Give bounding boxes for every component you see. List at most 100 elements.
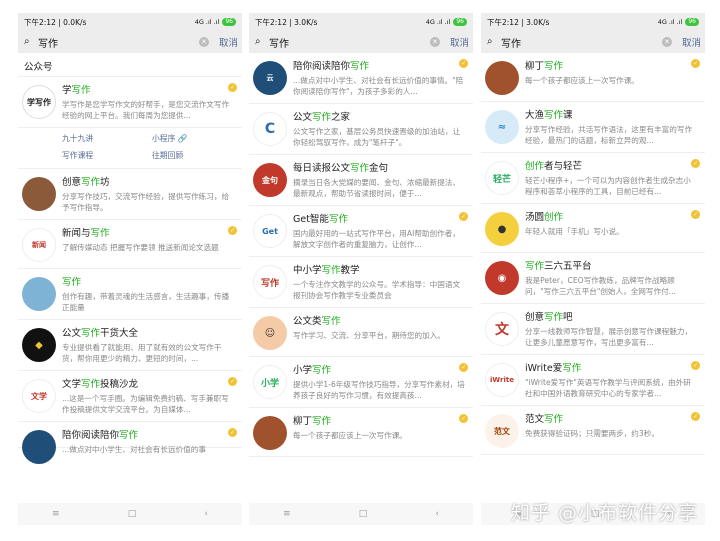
list-item[interactable]: 创意写作坊 分享写作技巧，交流写作经验，提供写作练习，给予写作指导。 bbox=[18, 169, 242, 220]
list-item[interactable]: iWrite iWrite爱写作 "iWrite爱写作"英语写作教学与评阅系统，… bbox=[481, 355, 705, 406]
list-item[interactable]: 陪你阅读陪你写作 ...做点对中小学生、对社会有长远价值的事 ✓ bbox=[18, 422, 242, 464]
section-title: 公众号 bbox=[18, 53, 242, 77]
avatar: 新闻 bbox=[22, 228, 56, 262]
back-icon[interactable]: ‹ bbox=[435, 509, 439, 519]
back-icon[interactable]: ‹ bbox=[204, 509, 208, 519]
list-item[interactable]: 文 创意写作吧 分享一线教师写作智慧，展示创意写作课程魅力，让更多儿童愿意写作，… bbox=[481, 304, 705, 355]
account-name: 柳丁写作 bbox=[525, 61, 564, 72]
account-name: 写作三六五平台 bbox=[525, 261, 592, 272]
account-name: Get智能写作 bbox=[293, 214, 348, 225]
account-name: 中小学写作教学 bbox=[293, 265, 360, 276]
menu-icon[interactable]: ≡ bbox=[283, 509, 291, 519]
list-item[interactable]: 小学 小学写作 提供小学1-6年级写作技巧指导，分享写作素材，培养孩子良好的写作… bbox=[249, 357, 473, 408]
account-desc: ...这是一个写手圈。为编辑免费约稿、写手兼职写作投稿提供文学交流平台。为自媒体… bbox=[62, 394, 229, 414]
avatar bbox=[22, 430, 56, 464]
account-desc: ...做点对中小学生、对社会有长远价值的事 bbox=[62, 445, 206, 454]
account-desc: 创作有趣，带着灵魂的生活感言，生活趣事，传播正能量 bbox=[62, 292, 230, 312]
account-name: 创意写作吧 bbox=[525, 312, 573, 323]
clear-icon[interactable]: ✕ bbox=[661, 37, 672, 47]
battery-icon: 96 bbox=[222, 18, 236, 26]
list-item[interactable]: 云 陪你阅读陪你写作 ...做点对中小学生、对社会有长远价值的事情。"陪你阅读陪… bbox=[249, 53, 473, 104]
account-desc: 了解传媒动态 把握写作要领 推送新闻论文选题 bbox=[62, 243, 219, 252]
menu-item[interactable]: 九十九讲 bbox=[62, 133, 152, 144]
list-item[interactable]: ◉ 写作三六五平台 我是Peter，CEO写作教练，品牌写作战略顾问，"写作三六… bbox=[481, 253, 705, 304]
clear-icon[interactable]: ✕ bbox=[198, 37, 209, 47]
account-desc: 分享一线教师写作智慧，展示创意写作课程魅力，让更多儿童愿意写作，写出更多富有..… bbox=[525, 327, 693, 347]
list-item[interactable]: 写作 创作有趣，带着灵魂的生活感言，生活趣事，传播正能量 bbox=[18, 269, 242, 320]
list-item[interactable]: 柳丁写作 每一个孩子都应该上一次写作课。 ✓ bbox=[249, 408, 473, 457]
status-bar: 下午2:12 | 3.0K/s 4G .ıl .ıl 96 bbox=[481, 13, 705, 31]
avatar: C bbox=[253, 112, 287, 146]
cancel-button[interactable]: 取消 bbox=[450, 35, 469, 49]
account-desc: "iWrite爱写作"英语写作教学与评阅系统，由外研社和中国外语教育研究中心的专… bbox=[525, 378, 691, 398]
account-desc: 写作学习、交流、分享平台，期待您的加入。 bbox=[293, 331, 445, 340]
status-bar: 下午2:12 | 0.0K/s 4G .ıl .ıl 96 bbox=[18, 13, 242, 31]
avatar: Get bbox=[253, 214, 287, 248]
account-name: 文学写作投稿沙龙 bbox=[62, 379, 139, 390]
account-desc: 轻芒小程序+，一个可以为内容创作者生成杂志小程序和荟萃小程序的工具，目前已经有.… bbox=[525, 176, 691, 196]
account-name: 范文写作 bbox=[525, 414, 564, 425]
search-input[interactable]: 写作 bbox=[501, 35, 658, 50]
verified-icon: ✓ bbox=[691, 159, 700, 168]
account-name: 陪你阅读陪你写作 bbox=[62, 430, 139, 441]
signal-icon: 4G .ıl .ıl bbox=[194, 18, 220, 26]
avatar: ◆ bbox=[22, 328, 56, 362]
phone-screen-3: 下午2:12 | 3.0K/s 4G .ıl .ıl 96 ⌕ 写作 ✕ 取消 … bbox=[481, 13, 705, 525]
account-desc: 国内最好用的一站式写作平台，用AI帮助创作者，解放文字创作者的重复脑力，让创作.… bbox=[293, 229, 460, 249]
avatar: iWrite bbox=[485, 363, 519, 397]
list-item[interactable]: 新闻 新闻与写作 了解传媒动态 把握写作要领 推送新闻论文选题 ✓ bbox=[18, 220, 242, 269]
avatar bbox=[22, 177, 56, 211]
list-item[interactable]: 学写作 学写作 学写作是您学写作文的好帮手，是您交流作文写作经验的网上平台。我们… bbox=[18, 77, 242, 128]
list-item[interactable]: 金句 每日读报公文写作金句 摘录当日各大党媒的要闻、金句、浓缩最新提法、最新观点… bbox=[249, 155, 473, 206]
list-item[interactable]: ≈ 大渔写作课 分享写作经验，共活写作语法，这里有丰富的写作经验，最热门的话题，… bbox=[481, 102, 705, 153]
results-list: 云 陪你阅读陪你写作 ...做点对中小学生、对社会有长远价值的事情。"陪你阅读陪… bbox=[249, 53, 473, 503]
menu-icon[interactable]: ≡ bbox=[52, 509, 60, 519]
list-item[interactable]: Get Get智能写作 国内最好用的一站式写作平台，用AI帮助创作者，解放文字创… bbox=[249, 206, 473, 257]
list-item[interactable]: ● 汤圆创作 年轻人就用「手机」写小说。 ✓ bbox=[481, 204, 705, 253]
list-item[interactable]: 范文 范文写作 免费获得验证码；只需要两步，约3秒。 ✓ bbox=[481, 406, 705, 455]
battery-icon: 96 bbox=[685, 18, 699, 26]
search-input[interactable]: 写作 bbox=[38, 35, 195, 50]
avatar bbox=[22, 277, 56, 311]
account-name: iWrite爱写作 bbox=[525, 363, 582, 374]
search-input[interactable]: 写作 bbox=[269, 35, 426, 50]
account-name: 新闻与写作 bbox=[62, 228, 110, 239]
account-name: 小学写作 bbox=[293, 365, 332, 376]
avatar: ● bbox=[485, 212, 519, 246]
nav-bar: ≡ □ ‹ bbox=[18, 503, 242, 525]
account-name: 汤圆创作 bbox=[525, 212, 564, 223]
menu-item[interactable]: 往期回顾 bbox=[152, 150, 242, 161]
avatar: 金句 bbox=[253, 163, 287, 197]
home-icon[interactable]: □ bbox=[128, 509, 137, 519]
cancel-button[interactable]: 取消 bbox=[682, 35, 701, 49]
search-bar: ⌕ 写作 ✕ 取消 bbox=[249, 31, 473, 53]
verified-icon: ✓ bbox=[459, 212, 468, 221]
avatar: 轻芒 bbox=[485, 161, 519, 195]
clear-icon[interactable]: ✕ bbox=[429, 37, 440, 47]
watermark: 知乎 @小布软件分享 bbox=[510, 502, 698, 524]
home-icon[interactable]: □ bbox=[359, 509, 368, 519]
verified-icon: ✓ bbox=[228, 428, 237, 437]
list-item[interactable]: 柳丁写作 每一个孩子都应该上一次写作课。 ✓ bbox=[481, 53, 705, 102]
list-item[interactable]: 写作 中小学写作教学 一个专注作文教学的公众号。学术指导：中国语文报刊协会写作教… bbox=[249, 257, 473, 308]
avatar: 文学 bbox=[22, 379, 56, 413]
list-item[interactable]: ◆ 公文写作干货大全 专业提供看了就能用、用了就有效的公文写作干货，帮你用更少的… bbox=[18, 320, 242, 371]
avatar: ≈ bbox=[485, 110, 519, 144]
list-item[interactable]: 文学 文学写作投稿沙龙 ...这是一个写手圈。为编辑免费约稿、写手兼职写作投稿提… bbox=[18, 371, 242, 422]
menu-item[interactable]: 小程序 🔗 bbox=[152, 133, 242, 144]
phone-screen-2: 下午2:12 | 3.0K/s 4G .ıl .ıl 96 ⌕ 写作 ✕ 取消 … bbox=[249, 13, 473, 525]
account-name: 陪你阅读陪你写作 bbox=[293, 61, 370, 72]
status-time: 下午2:12 | 3.0K/s bbox=[255, 17, 318, 27]
list-item[interactable]: 轻芒 创作者与轻芒 轻芒小程序+，一个可以为内容创作者生成杂志小程序和荟萃小程序… bbox=[481, 153, 705, 204]
search-icon: ⌕ bbox=[255, 36, 261, 47]
account-desc: 年轻人就用「手机」写小说。 bbox=[525, 227, 624, 236]
list-item[interactable]: ☺ 公文类写作 写作学习、交流、分享平台，期待您的加入。 bbox=[249, 308, 473, 357]
results-list: 公众号 学写作 学写作 学写作是您学写作文的好帮手，是您交流作文写作经验的网上平… bbox=[18, 53, 242, 503]
menu-item[interactable]: 写作课程 bbox=[62, 150, 152, 161]
list-item[interactable]: C 公文写作之家 公文写作之家，基层公务员快速晋级的加油站，让你轻松驾驭写作，成… bbox=[249, 104, 473, 155]
account-name: 写作 bbox=[62, 277, 82, 288]
verified-icon: ✓ bbox=[691, 361, 700, 370]
account-menu: 九十九讲 小程序 🔗 写作课程 往期回顾 bbox=[18, 128, 242, 169]
cancel-button[interactable]: 取消 bbox=[219, 35, 238, 49]
account-name: 大渔写作课 bbox=[525, 110, 573, 121]
